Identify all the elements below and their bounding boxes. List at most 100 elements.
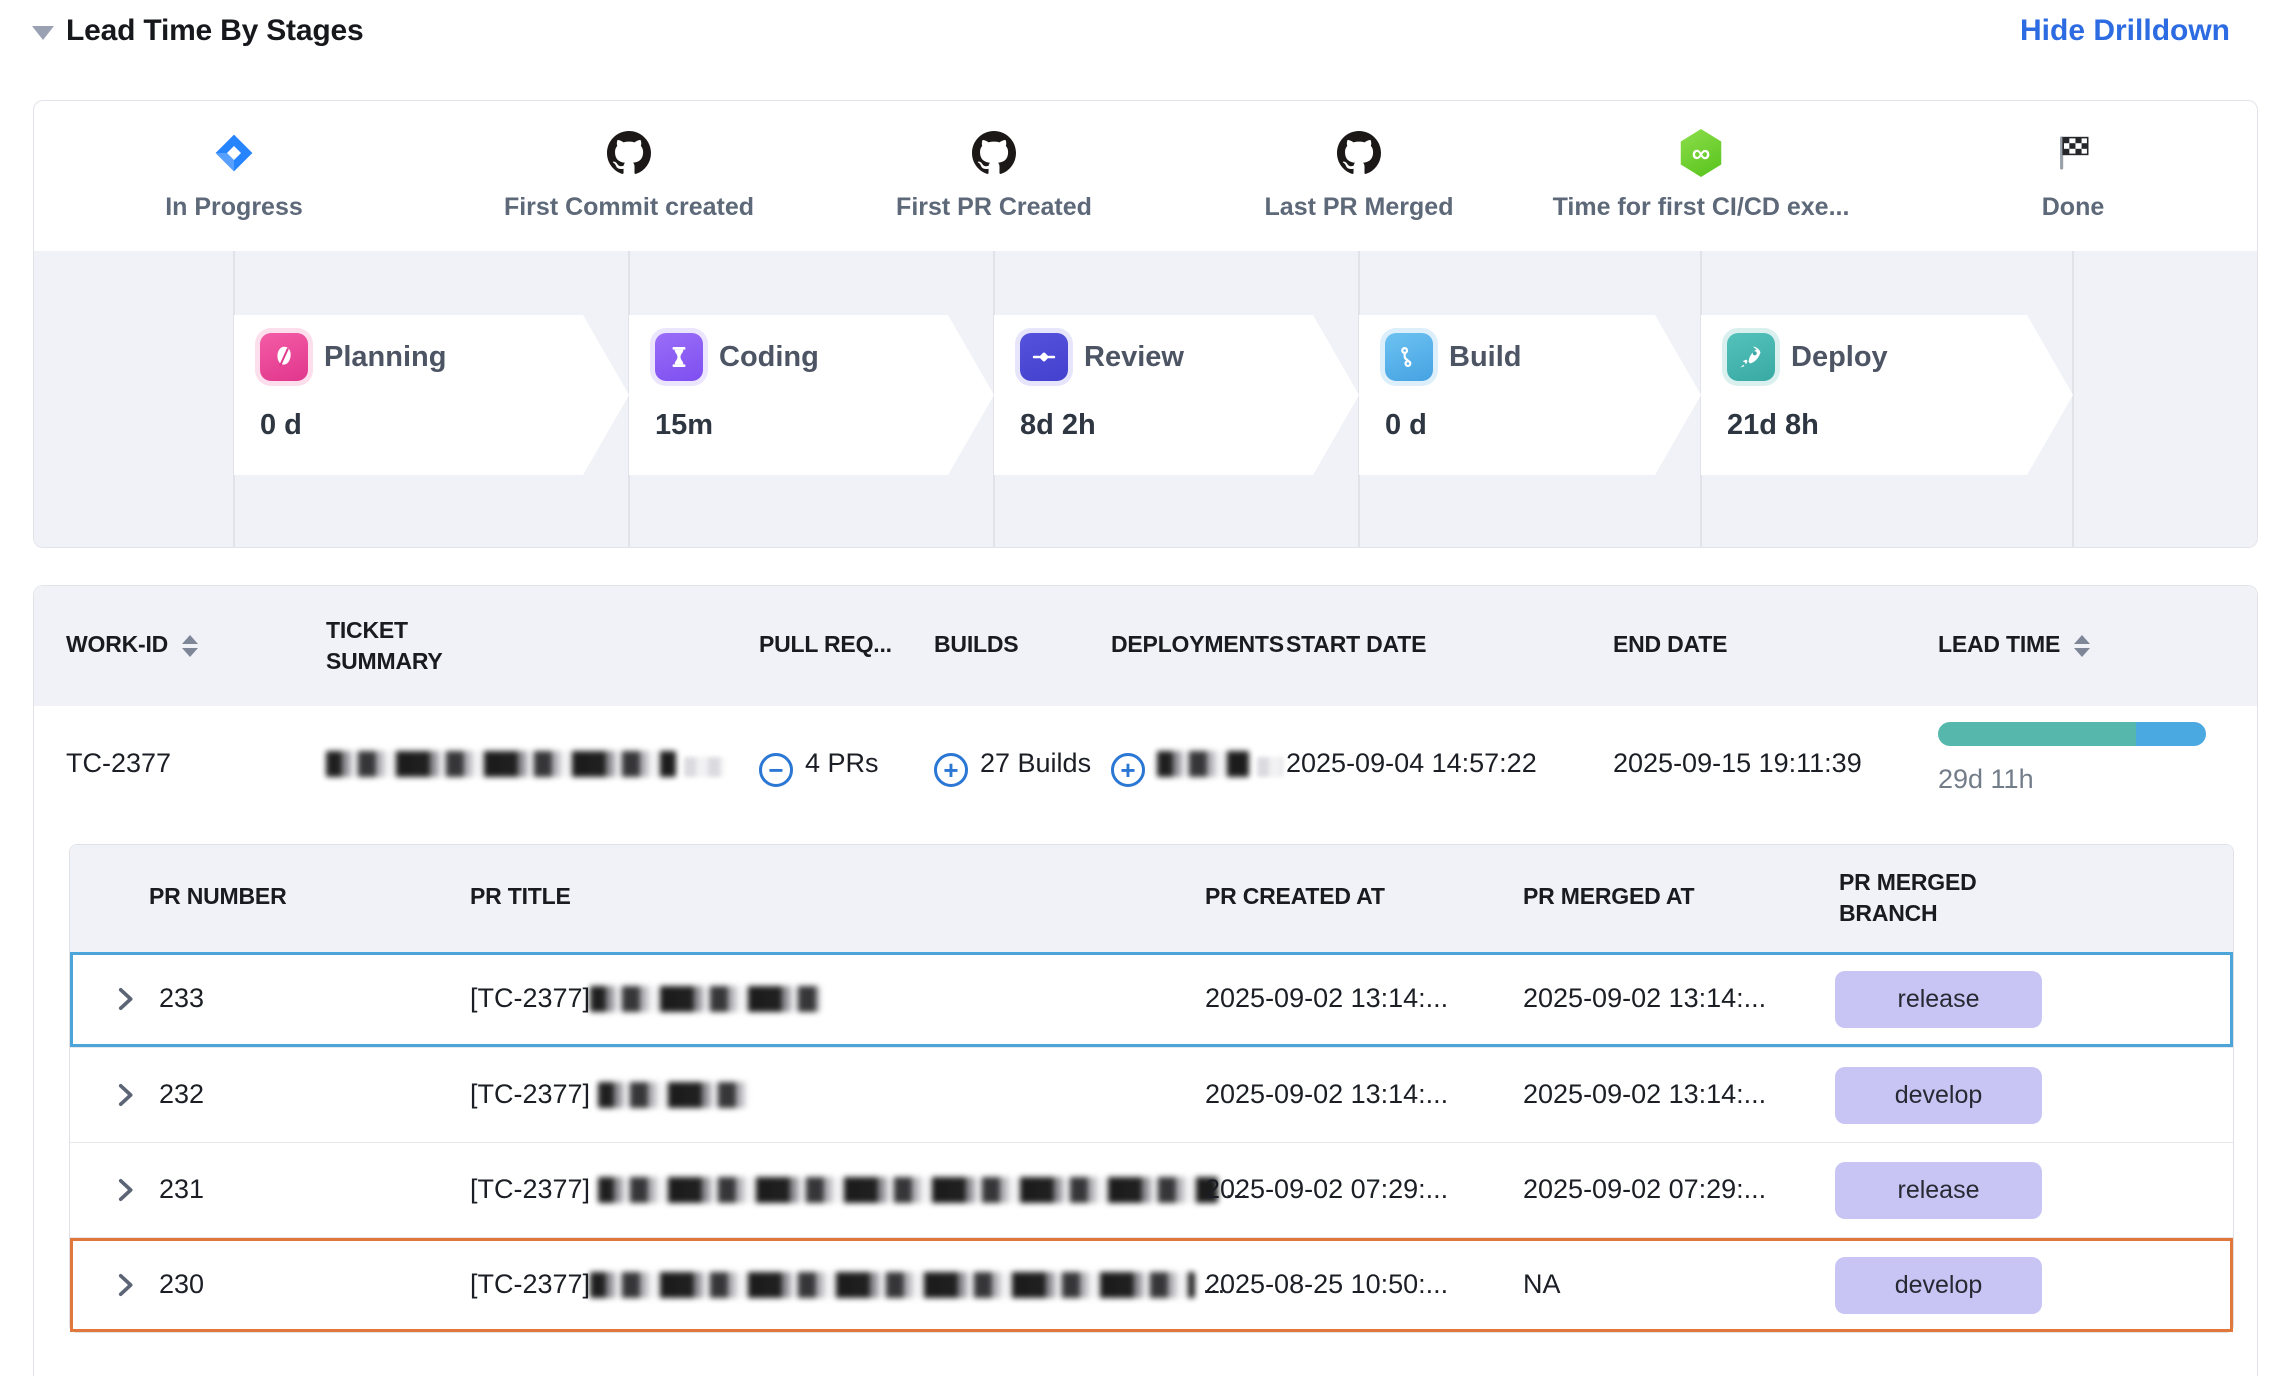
pr-title-prefix: [TC-2377] (470, 1269, 590, 1299)
stage-name: Planning (324, 341, 446, 374)
stages-panel: In Progress First Commit created First P… (33, 100, 2258, 548)
pr-row-233[interactable]: 233 [TC-2377] 2025-09-02 13:14:... 2025-… (70, 952, 2233, 1047)
planning-icon (260, 333, 308, 381)
build-count: 27 Builds (980, 748, 1091, 778)
commit-icon (1020, 333, 1068, 381)
pr-title-prefix: [TC-2377] (470, 983, 590, 1013)
pr-title: [TC-2377] ... (470, 1174, 1248, 1205)
column-start-date: START DATE (1286, 631, 1426, 658)
start-date-cell: 2025-09-04 14:57:22 (1286, 748, 1537, 779)
pr-row-230[interactable]: 230 [TC-2377] ... 2025-08-25 10:50:... N… (70, 1237, 2233, 1332)
deployments-cell[interactable]: + (1111, 748, 1283, 787)
lead-time-by-stages-drilldown: Lead Time By Stages Hide Drilldown In Pr… (0, 0, 2291, 1376)
pr-merged-at: 2025-09-02 13:14:... (1523, 983, 1766, 1014)
lead-time-value: 29d 11h (1938, 764, 2034, 795)
milestone-label: In Progress (54, 193, 414, 222)
pr-merged-at: NA (1523, 1269, 1561, 1300)
pr-count: 4 PRs (805, 748, 879, 778)
column-ticket-summary: TICKET SUMMARY (326, 615, 476, 677)
hourglass-icon (655, 333, 703, 381)
pr-title: [TC-2377] ... (470, 1269, 1225, 1300)
pr-title-prefix: [TC-2377] (470, 1174, 590, 1204)
column-pull-requests: PULL REQ... (759, 631, 892, 658)
work-items-table: WORK-ID TICKET SUMMARY PULL REQ... BUILD… (33, 585, 2258, 1376)
stage-deploy: Deploy 21d 8h (1701, 315, 2073, 475)
pr-created-at: 2025-09-02 13:14:... (1205, 983, 1448, 1014)
column-lead-time[interactable]: LEAD TIME (1938, 631, 2090, 658)
pr-row-232[interactable]: 232 [TC-2377] 2025-09-02 13:14:... 2025-… (70, 1047, 2233, 1142)
pr-table-header: PR NUMBER PR TITLE PR CREATED AT PR MERG… (70, 845, 2233, 952)
column-pr-title: PR TITLE (470, 883, 571, 910)
pull-requests-cell[interactable]: −4 PRs (759, 748, 879, 787)
work-id-cell: TC-2377 (66, 748, 171, 779)
pr-title: [TC-2377] (470, 1079, 748, 1110)
hide-drilldown-link[interactable]: Hide Drilldown (2020, 14, 2230, 48)
work-item-row[interactable]: TC-2377 −4 PRs +27 Builds + 2025-09-04 1… (34, 706, 2257, 844)
pr-number: 233 (159, 983, 204, 1014)
milestone-label: Done (1893, 193, 2253, 222)
pr-created-at: 2025-09-02 13:14:... (1205, 1079, 1448, 1110)
stage-duration: 15m (655, 409, 994, 442)
expand-chevron-icon[interactable] (108, 982, 142, 1016)
expand-deployments-icon[interactable]: + (1111, 753, 1145, 787)
cicd-icon: ∞ (1521, 125, 1881, 181)
finish-flag-icon (1893, 125, 2253, 181)
github-icon (814, 125, 1174, 181)
stage-separator (2072, 251, 2074, 548)
page-title: Lead Time By Stages (66, 14, 363, 48)
stage-duration: 21d 8h (1727, 409, 2073, 442)
stage-build: Build 0 d (1359, 315, 1701, 475)
collapse-prs-icon[interactable]: − (759, 753, 793, 787)
pr-number: 231 (159, 1174, 204, 1205)
column-deployments: DEPLOYMENTS (1111, 631, 1284, 658)
column-work-id[interactable]: WORK-ID (66, 631, 198, 658)
expand-chevron-icon[interactable] (108, 1078, 142, 1112)
github-icon (449, 125, 809, 181)
stage-duration: 0 d (1385, 409, 1701, 442)
rocket-icon (1727, 333, 1775, 381)
milestone-first-pr: First PR Created (814, 125, 1174, 222)
milestone-last-pr-merged: Last PR Merged (1179, 125, 1539, 222)
branch-badge: develop (1835, 1067, 2042, 1124)
column-pr-merged-at: PR MERGED AT (1523, 883, 1694, 910)
expand-chevron-icon[interactable] (108, 1268, 142, 1302)
pr-table: PR NUMBER PR TITLE PR CREATED AT PR MERG… (69, 844, 2234, 1333)
builds-cell[interactable]: +27 Builds (934, 748, 1091, 787)
milestone-label: Last PR Merged (1179, 193, 1539, 222)
column-label: LEAD TIME (1938, 631, 2060, 657)
stages-band: Planning 0 d Coding 15m (34, 251, 2257, 548)
collapse-caret-icon[interactable] (32, 26, 54, 40)
stage-duration: 8d 2h (1020, 409, 1359, 442)
column-pr-merged-branch: PR MERGED BRANCH (1839, 867, 2009, 929)
milestone-cicd: ∞ Time for first CI/CD exe... (1521, 125, 1881, 222)
branch-badge: release (1835, 971, 2042, 1028)
pr-title-prefix: [TC-2377] (470, 1079, 590, 1109)
expand-chevron-icon[interactable] (108, 1173, 142, 1207)
work-table-header: WORK-ID TICKET SUMMARY PULL REQ... BUILD… (34, 586, 2257, 706)
stage-name: Coding (719, 341, 819, 374)
milestone-in-progress: In Progress (54, 125, 414, 222)
lead-time-bar (1938, 722, 2206, 746)
column-end-date: END DATE (1613, 631, 1727, 658)
stage-planning: Planning 0 d (234, 315, 629, 475)
pr-number: 232 (159, 1079, 204, 1110)
stage-duration: 0 d (260, 409, 629, 442)
stage-review: Review 8d 2h (994, 315, 1359, 475)
branch-badge: develop (1835, 1257, 2042, 1314)
stage-coding: Coding 15m (629, 315, 994, 475)
pr-row-231[interactable]: 231 [TC-2377] ... 2025-09-02 07:29:... 2… (70, 1142, 2233, 1237)
lead-bar-blue-segment (2136, 722, 2206, 746)
column-builds: BUILDS (934, 631, 1018, 658)
pr-created-at: 2025-09-02 07:29:... (1205, 1174, 1448, 1205)
sort-icon[interactable] (182, 635, 198, 657)
branch-icon (1385, 333, 1433, 381)
pr-created-at: 2025-08-25 10:50:... (1205, 1269, 1448, 1300)
expand-builds-icon[interactable]: + (934, 753, 968, 787)
sort-icon[interactable] (2074, 635, 2090, 657)
jira-icon (54, 125, 414, 181)
pr-merged-at: 2025-09-02 13:14:... (1523, 1079, 1766, 1110)
section-header: Lead Time By Stages Hide Drilldown (30, 10, 2258, 58)
milestone-label: First PR Created (814, 193, 1174, 222)
pr-title: [TC-2377] (470, 983, 820, 1014)
column-pr-created-at: PR CREATED AT (1205, 883, 1385, 910)
